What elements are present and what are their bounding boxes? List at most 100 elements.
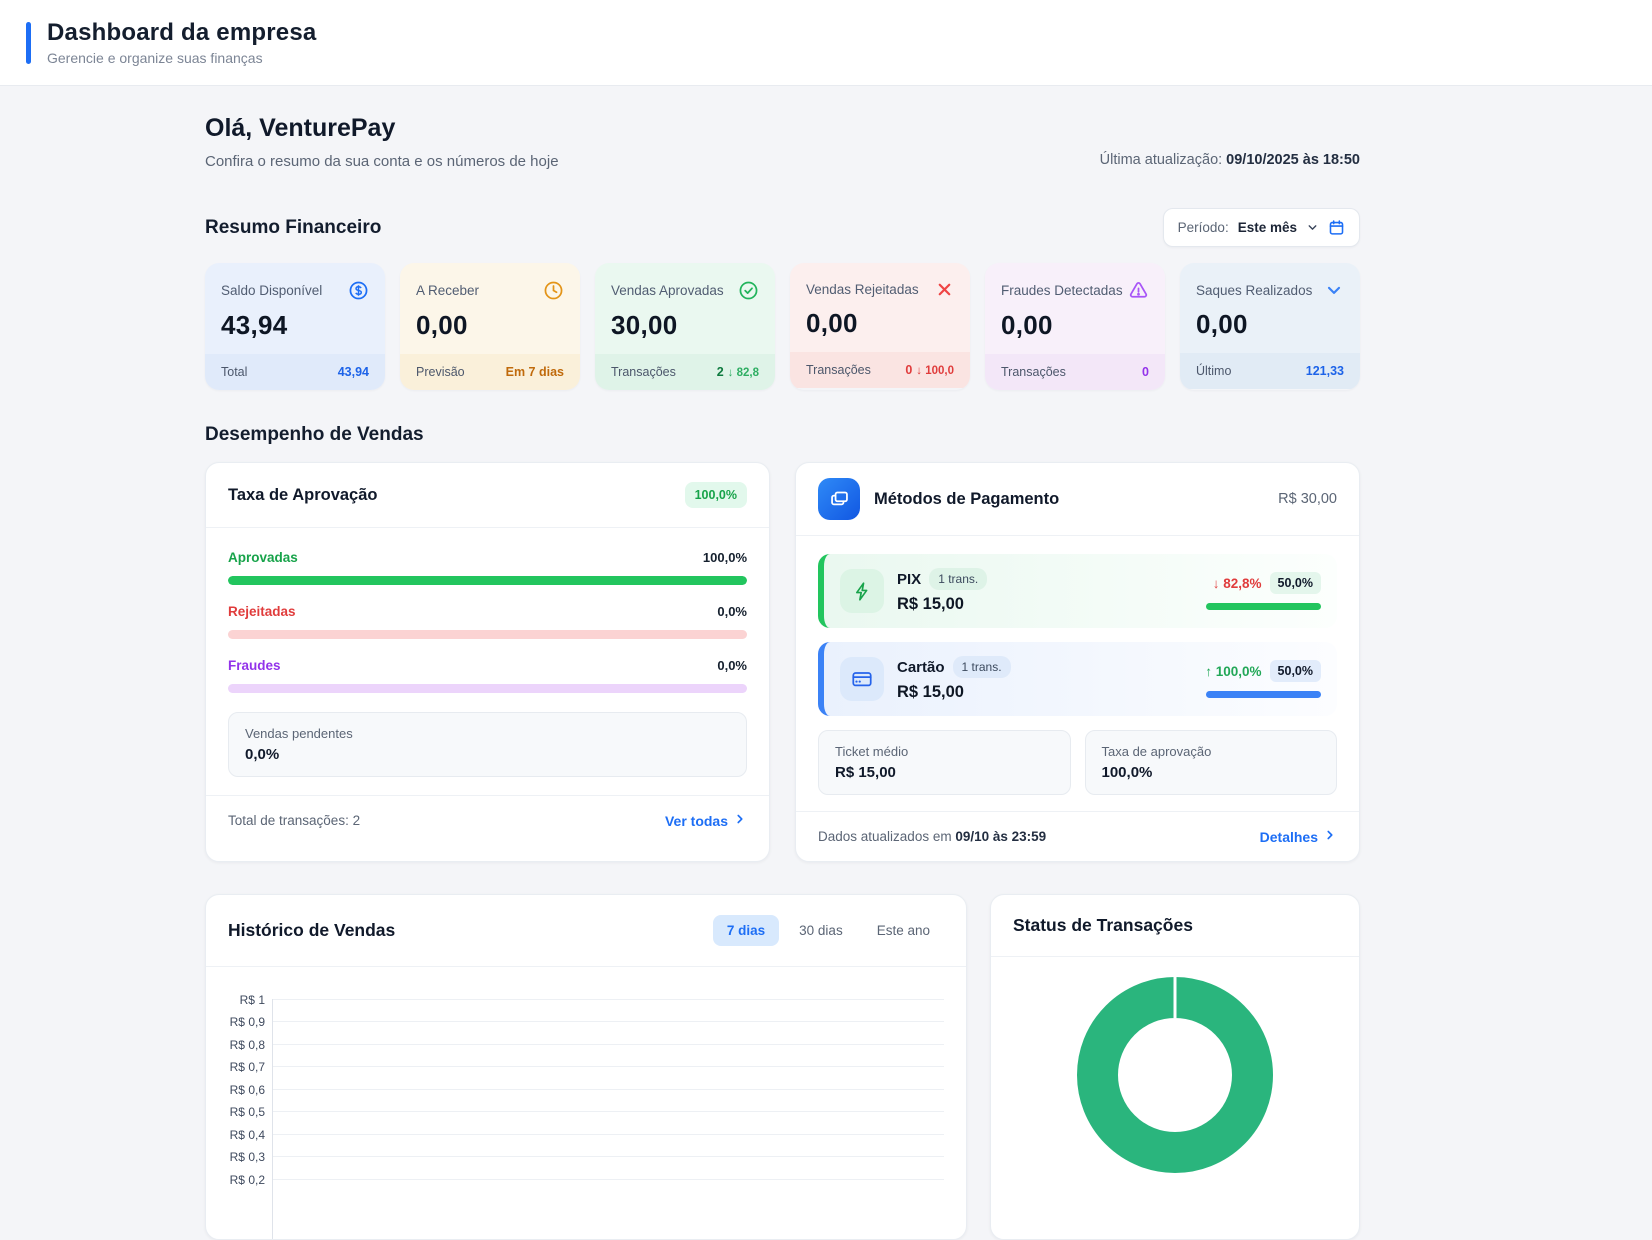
stat-label: Saldo Disponível (221, 283, 322, 298)
y-axis-tick-label: R$ 1 (209, 993, 265, 1007)
dollar-circle-icon (348, 280, 369, 301)
stat-card-saldo-disponivel: Saldo Disponível 43,94 Total 43,94 (205, 263, 385, 390)
stat-footer-delta: ↓ 82,8 (728, 367, 759, 379)
y-axis-tick-label: R$ 0,7 (209, 1060, 265, 1074)
payments-card-title: Métodos de Pagamento (874, 490, 1264, 509)
payments-updated-text: Dados atualizados em 09/10 às 23:59 (818, 829, 1046, 844)
stat-footer-label: Previsão (416, 365, 465, 379)
method-trans-badge: 1 trans. (953, 656, 1011, 678)
metric-label: Fraudes (228, 658, 281, 673)
stat-card-a-receber: A Receber 0,00 Previsão Em 7 dias (400, 263, 580, 390)
gridline: R$ 0,9 (273, 1021, 944, 1022)
period-label: Período: (1178, 220, 1229, 235)
summary-cards: Saldo Disponível 43,94 Total 43,94 A Rec… (205, 263, 1360, 390)
last-update-value: 09/10/2025 às 18:50 (1226, 152, 1360, 168)
sales-history-card: Histórico de Vendas 7 dias 30 dias Este … (205, 894, 967, 1240)
last-update-label: Última atualização: (1100, 152, 1223, 168)
calendar-icon (1328, 219, 1345, 236)
greeting-title: Olá, VenturePay (205, 114, 559, 143)
details-link[interactable]: Detalhes (1260, 828, 1337, 845)
performance-heading: Desempenho de Vendas (205, 424, 424, 446)
taxa-aprovacao-label: Taxa de aprovação (1102, 744, 1321, 759)
stat-value: 0,00 (1001, 310, 1149, 341)
stat-label: Vendas Rejeitadas (806, 282, 919, 297)
chevron-right-icon (1323, 828, 1337, 845)
donut-chart (991, 957, 1359, 1197)
stat-footer-value: 2 (717, 365, 724, 379)
lightning-icon (840, 569, 884, 613)
gridline: R$ 0,8 (273, 1044, 944, 1045)
top-bar: Dashboard da empresa Gerencie e organize… (0, 0, 1652, 86)
last-update: Última atualização:09/10/2025 às 18:50 (1100, 152, 1360, 170)
gridline: R$ 0,3 (273, 1156, 944, 1157)
y-axis-tick-label: R$ 0,2 (209, 1173, 265, 1187)
tab-7-dias[interactable]: 7 dias (713, 915, 779, 946)
accent-bar (26, 22, 31, 64)
stat-card-vendas-aprovadas: Vendas Aprovadas 30,00 Transações 2↓ 82,… (595, 263, 775, 390)
taxa-aprovacao-box: Taxa de aprovação 100,0% (1085, 730, 1338, 795)
gridline: R$ 0,4 (273, 1134, 944, 1135)
taxa-aprovacao-value: 100,0% (1102, 764, 1321, 781)
gridline: R$ 0,5 (273, 1111, 944, 1112)
greeting-row: Olá, VenturePay Confira o resumo da sua … (205, 114, 1360, 170)
method-share-bar (1206, 603, 1321, 610)
stat-footer-value: 0 (905, 363, 912, 377)
chevron-down-icon[interactable] (1324, 280, 1344, 300)
stat-value: 0,00 (1196, 309, 1344, 340)
chevron-right-icon (733, 812, 747, 829)
updated-date: 09/10 às 23:59 (955, 829, 1046, 844)
summary-section-head: Resumo Financeiro Período: Este mês (205, 208, 1360, 247)
metric-label: Aprovadas (228, 550, 298, 565)
stat-footer-label: Último (1196, 364, 1231, 378)
method-share-bar (1206, 691, 1321, 698)
check-circle-icon (738, 280, 759, 301)
pending-sales-label: Vendas pendentes (245, 726, 730, 741)
see-all-link[interactable]: Ver todas (665, 812, 747, 829)
total-transactions: Total de transações: 2 (228, 813, 360, 828)
gridline: R$ 0,7 (273, 1066, 944, 1067)
pending-sales-box: Vendas pendentes 0,0% (228, 712, 747, 777)
stat-footer-label: Transações (806, 363, 871, 377)
stat-footer-value: Em 7 dias (506, 365, 564, 379)
chevron-down-icon (1306, 221, 1319, 234)
progress-bar (228, 684, 747, 693)
gridline: R$ 0,2 (273, 1179, 944, 1180)
stat-footer-value: 43,94 (338, 365, 369, 379)
approval-rate-badge: 100,0% (685, 482, 747, 508)
warning-triangle-icon (1128, 280, 1149, 301)
approval-row-aprovadas: Aprovadas 100,0% (228, 550, 747, 585)
status-title: Status de Transações (1013, 915, 1193, 935)
stat-card-saques-realizados: Saques Realizados 0,00 Último 121,33 (1180, 263, 1360, 390)
stat-card-vendas-rejeitadas: Vendas Rejeitadas 0,00 Transações 0↓ 100… (790, 263, 970, 390)
metric-value: 0,0% (717, 604, 747, 619)
stat-value: 43,94 (221, 310, 369, 341)
period-selector[interactable]: Período: Este mês (1163, 208, 1360, 247)
metric-value: 0,0% (717, 658, 747, 673)
ticket-medio-box: Ticket médio R$ 15,00 (818, 730, 1071, 795)
approval-row-rejeitadas: Rejeitadas 0,0% (228, 604, 747, 639)
progress-bar (228, 630, 747, 639)
metric-label: Rejeitadas (228, 604, 296, 619)
app-subtitle: Gerencie e organize suas finanças (47, 50, 316, 66)
method-delta: ↓ 82,8% (1213, 576, 1262, 591)
y-axis-tick-label: R$ 0,5 (209, 1105, 265, 1119)
cards-icon (818, 478, 860, 520)
period-value: Este mês (1238, 220, 1297, 235)
summary-heading: Resumo Financeiro (205, 217, 381, 239)
ticket-medio-label: Ticket médio (835, 744, 1054, 759)
stat-label: Vendas Aprovadas (611, 283, 724, 298)
tab-30-dias[interactable]: 30 dias (785, 915, 857, 946)
payment-methods-card: Métodos de Pagamento R$ 30,00 PIX 1 tran… (795, 462, 1360, 862)
y-axis-tick-label: R$ 0,6 (209, 1083, 265, 1097)
method-name: PIX (897, 571, 921, 588)
progress-bar (228, 576, 747, 585)
payments-total: R$ 30,00 (1278, 491, 1337, 507)
tab-este-ano[interactable]: Este ano (863, 915, 944, 946)
details-label: Detalhes (1260, 829, 1318, 845)
stat-label: A Receber (416, 283, 479, 298)
x-icon (935, 280, 954, 299)
method-share-badge: 50,0% (1270, 572, 1321, 594)
stat-label: Saques Realizados (1196, 283, 1312, 298)
stat-card-fraudes-detectadas: Fraudes Detectadas 0,00 Transações 0 (985, 263, 1165, 390)
gridline: R$ 1 (273, 999, 944, 1000)
